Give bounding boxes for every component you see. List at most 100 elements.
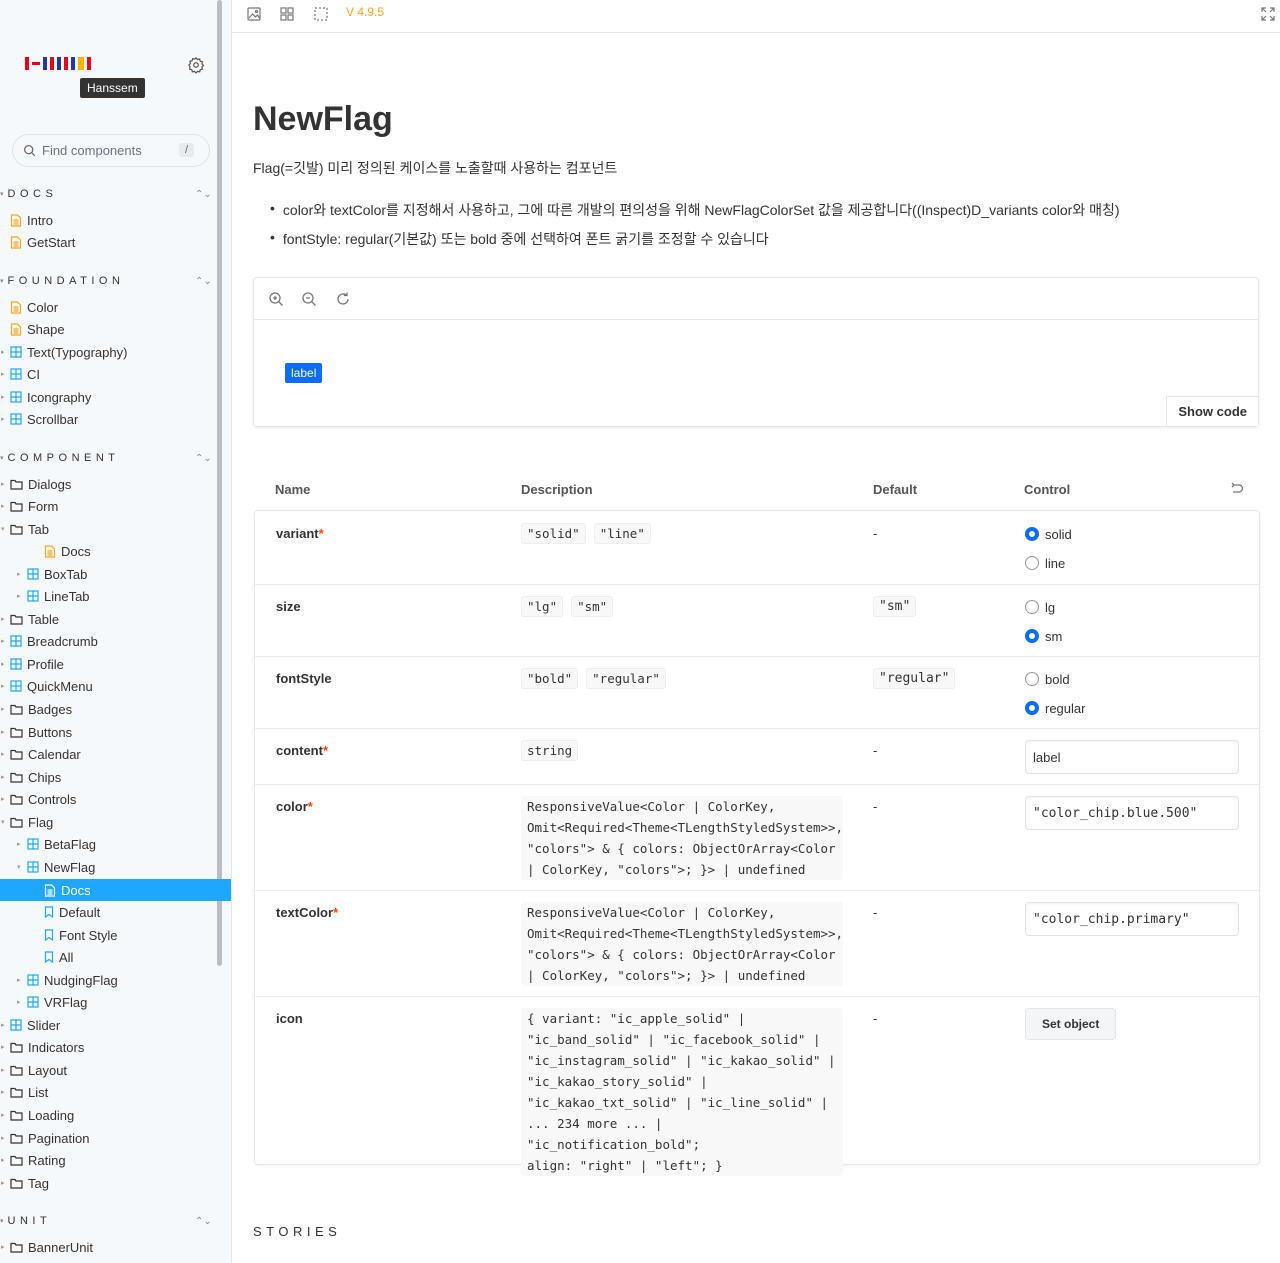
sidebar-item[interactable]: ▸ Buttons	[0, 721, 231, 743]
expand-collapse-icon[interactable]: ⌃⌄	[195, 1216, 212, 1227]
textcolor-input[interactable]: "color_chip.primary"	[1025, 902, 1239, 936]
set-object-button[interactable]: Set object	[1025, 1008, 1117, 1040]
sidebar-item[interactable]: Intro	[0, 209, 231, 231]
sidebar-item[interactable]: ▸ Indicators	[0, 1036, 231, 1058]
caret-right-icon[interactable]: ▸	[17, 592, 21, 600]
gear-icon[interactable]	[187, 56, 205, 74]
content-textarea[interactable]: label	[1025, 740, 1239, 774]
radio-unchecked[interactable]	[1025, 556, 1039, 570]
caret-right-icon[interactable]: ▸	[1, 1134, 5, 1142]
color-textarea[interactable]: "color_chip.blue.500"	[1025, 796, 1239, 830]
sidebar-item[interactable]: ▸ Icongraphy	[0, 386, 231, 408]
caret-right-icon[interactable]: ▸	[1, 728, 5, 736]
sidebar-item[interactable]: ▸ Tag	[0, 1172, 231, 1194]
sidebar-item[interactable]: ▸ QuickMenu	[0, 675, 231, 697]
sidebar-item[interactable]: ▸ Layout	[0, 1059, 231, 1081]
sidebar-item[interactable]: ▾ Tab	[0, 518, 231, 540]
caret-right-icon[interactable]: ▸	[1, 370, 5, 378]
textcolor-textarea[interactable]: "color_chip.primary"	[1025, 902, 1239, 936]
reset-controls-icon[interactable]	[1229, 481, 1245, 497]
caret-right-icon[interactable]: ▸	[1, 1243, 5, 1251]
caret-right-icon[interactable]: ▸	[1, 348, 5, 356]
caret-right-icon[interactable]: ▸	[1, 1111, 5, 1119]
sidebar-item[interactable]: Docs	[0, 540, 231, 562]
caret-right-icon[interactable]: ▸	[1, 480, 5, 488]
caret-down-icon[interactable]: ▾	[17, 863, 21, 871]
section-unit[interactable]: ▾ UNIT ⌃⌄	[0, 1215, 215, 1227]
zoom-in-icon[interactable]	[268, 291, 284, 307]
section-docs[interactable]: ▾ DOCS ⌃⌄	[0, 188, 215, 200]
radio-unchecked[interactable]	[1025, 600, 1039, 614]
sidebar-item[interactable]: ▸ NudgingFlag	[0, 969, 231, 991]
sidebar-item[interactable]: ▸ LineTab	[0, 585, 231, 607]
sidebar-item[interactable]: All	[0, 946, 231, 968]
radio-checked[interactable]	[1025, 527, 1039, 541]
sidebar-item[interactable]: Shape	[0, 318, 231, 340]
caret-right-icon[interactable]: ▸	[1, 393, 5, 401]
sidebar-item[interactable]: ▸ Calendar	[0, 743, 231, 765]
caret-right-icon[interactable]: ▸	[1, 502, 5, 510]
sidebar-item[interactable]: Docs	[0, 879, 231, 901]
caret-right-icon[interactable]: ▸	[1, 705, 5, 713]
caret-right-icon[interactable]: ▸	[17, 998, 21, 1006]
caret-right-icon[interactable]: ▸	[1, 750, 5, 758]
caret-right-icon[interactable]: ▸	[1, 637, 5, 645]
sidebar-item[interactable]: ▸ Breadcrumb	[0, 630, 231, 652]
caret-down-icon[interactable]: ▾	[1, 818, 5, 826]
sidebar-item[interactable]: ▸ Badges	[0, 698, 231, 720]
caret-right-icon[interactable]: ▸	[1, 773, 5, 781]
sidebar-item[interactable]: ▸ Slider	[0, 1014, 231, 1036]
fullscreen-icon[interactable]	[1260, 6, 1276, 22]
radio-option[interactable]: bold	[1025, 669, 1085, 689]
search-input[interactable]: Find components /	[12, 134, 210, 167]
reset-zoom-icon[interactable]	[335, 291, 351, 307]
sidebar-item[interactable]: ▸ Profile	[0, 653, 231, 675]
sidebar-item[interactable]: ▸ CI	[0, 363, 231, 385]
sidebar-item[interactable]: ▸ BetaFlag	[0, 833, 231, 855]
sidebar-item[interactable]: ▾ Flag	[0, 811, 231, 833]
grid-icon[interactable]	[279, 6, 295, 22]
sidebar-item[interactable]: ▸ Pagination	[0, 1127, 231, 1149]
caret-right-icon[interactable]: ▸	[17, 570, 21, 578]
radio-option[interactable]: regular	[1025, 698, 1085, 718]
caret-right-icon[interactable]: ▸	[1, 1021, 5, 1029]
sidebar-item[interactable]: ▾ NewFlag	[0, 856, 231, 878]
section-component[interactable]: ▾ COMPONENT ⌃⌄	[0, 452, 215, 464]
zoom-out-icon[interactable]	[301, 291, 317, 307]
radio-option[interactable]: line	[1025, 553, 1072, 573]
caret-right-icon[interactable]: ▸	[1, 615, 5, 623]
content-input[interactable]: label	[1025, 740, 1239, 774]
brand-logo[interactable]	[25, 57, 91, 70]
sidebar-item[interactable]: Font Style	[0, 924, 231, 946]
caret-right-icon[interactable]: ▸	[17, 840, 21, 848]
caret-right-icon[interactable]: ▸	[1, 1043, 5, 1051]
caret-right-icon[interactable]: ▸	[1, 1088, 5, 1096]
sidebar-item[interactable]: ▸ Controls	[0, 788, 231, 810]
radio-option[interactable]: sm	[1025, 626, 1062, 646]
sidebar-item[interactable]: ▸ BannerUnit	[0, 1236, 231, 1258]
caret-right-icon[interactable]: ▸	[1, 682, 5, 690]
radio-option[interactable]: solid	[1025, 524, 1072, 544]
sidebar-item[interactable]: ▸ Scrollbar	[0, 408, 231, 430]
caret-right-icon[interactable]: ▸	[1, 795, 5, 803]
color-input[interactable]: "color_chip.blue.500"	[1025, 796, 1239, 830]
sidebar-item[interactable]: ▸ Table	[0, 608, 231, 630]
sidebar-item[interactable]: ▸ VRFlag	[0, 991, 231, 1013]
sidebar-item[interactable]: Color	[0, 296, 231, 318]
caret-right-icon[interactable]: ▸	[1, 1179, 5, 1187]
sidebar-item[interactable]: GetStart	[0, 231, 231, 253]
sidebar-item[interactable]: ▸ Loading	[0, 1104, 231, 1126]
sidebar-item[interactable]: ▸ Dialogs	[0, 473, 231, 495]
radio-unchecked[interactable]	[1025, 672, 1039, 686]
radio-option[interactable]: lg	[1025, 597, 1062, 617]
caret-right-icon[interactable]: ▸	[1, 1066, 5, 1074]
caret-right-icon[interactable]: ▸	[1, 415, 5, 423]
radio-checked[interactable]	[1025, 701, 1039, 715]
caret-right-icon[interactable]: ▸	[1, 1156, 5, 1164]
show-code-button[interactable]: Show code	[1166, 396, 1258, 426]
outline-icon[interactable]	[313, 6, 329, 22]
expand-collapse-icon[interactable]: ⌃⌄	[195, 453, 212, 464]
sidebar-item[interactable]: Default	[0, 901, 231, 923]
expand-collapse-icon[interactable]: ⌃⌄	[195, 189, 212, 200]
sidebar-item[interactable]: ▸ Form	[0, 495, 231, 517]
